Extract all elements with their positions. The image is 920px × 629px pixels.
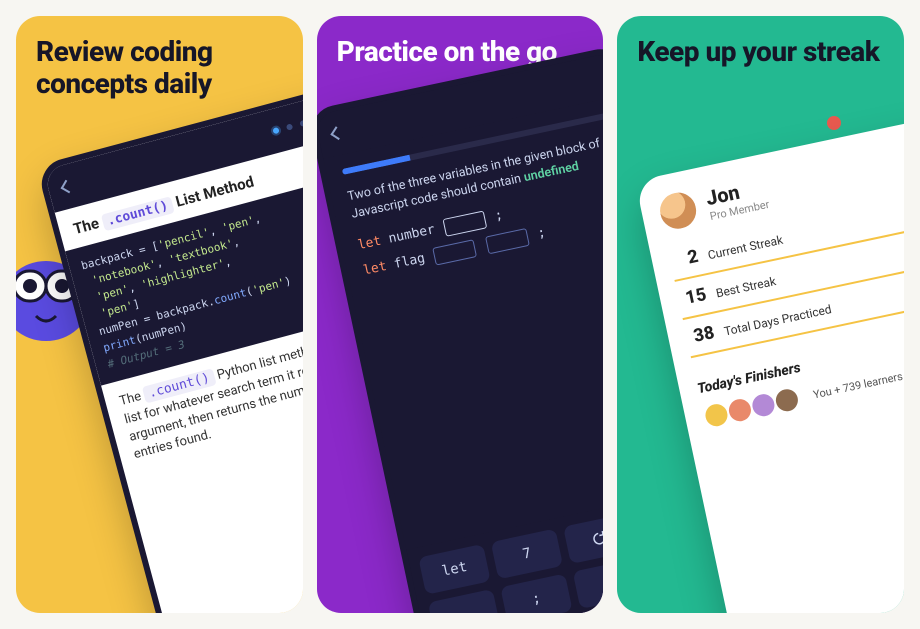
- stat-value: 38: [685, 322, 717, 348]
- blank-input[interactable]: [432, 239, 477, 265]
- blank-input[interactable]: [485, 228, 530, 254]
- stat-value: 2: [669, 246, 701, 272]
- stat-value: 15: [677, 284, 709, 310]
- phone-frame: Two of the three variables in the given …: [317, 44, 604, 613]
- stat-label: Current Streak: [707, 233, 785, 263]
- key-comma[interactable]: ,: [428, 589, 500, 613]
- phone-frame: Jon Pro Member 2 Current Streak 15 Best …: [635, 114, 904, 613]
- keyword: let: [362, 259, 388, 279]
- keyword: let: [356, 234, 382, 254]
- decor-dot: [827, 116, 841, 130]
- avatar: [772, 385, 803, 416]
- refresh-icon: [588, 528, 603, 549]
- var: number: [387, 222, 436, 246]
- headline: Keep up your streak: [637, 36, 884, 68]
- screenshot-panel-1: Review coding concepts daily The .count(…: [16, 16, 303, 613]
- stat-label: Best Streak: [715, 274, 778, 300]
- screenshot-panel-3: Keep up your streak Jon Pro Member 2 Cur…: [617, 16, 904, 613]
- key-let[interactable]: let: [418, 544, 490, 595]
- back-icon[interactable]: [61, 180, 75, 194]
- text: The: [71, 213, 104, 238]
- dot: [272, 127, 279, 134]
- blank-input[interactable]: [442, 210, 487, 236]
- progress-dots: [272, 113, 302, 135]
- screenshot-panel-2: Practice on the go Two of the three vari…: [317, 16, 604, 613]
- avatar[interactable]: [655, 187, 702, 234]
- answer-keypad: let 7 , ; : =: [406, 486, 603, 613]
- key-reset[interactable]: [563, 513, 604, 564]
- key-semicolon[interactable]: ;: [500, 574, 572, 613]
- var: flag: [392, 251, 426, 272]
- back-icon[interactable]: [330, 126, 344, 140]
- dot: [299, 120, 302, 127]
- key-7[interactable]: 7: [490, 529, 562, 580]
- headline: Review coding concepts daily: [36, 36, 283, 100]
- key-colon[interactable]: :: [572, 558, 603, 609]
- stat-label: Total Days Practiced: [723, 302, 833, 338]
- dot: [286, 123, 293, 130]
